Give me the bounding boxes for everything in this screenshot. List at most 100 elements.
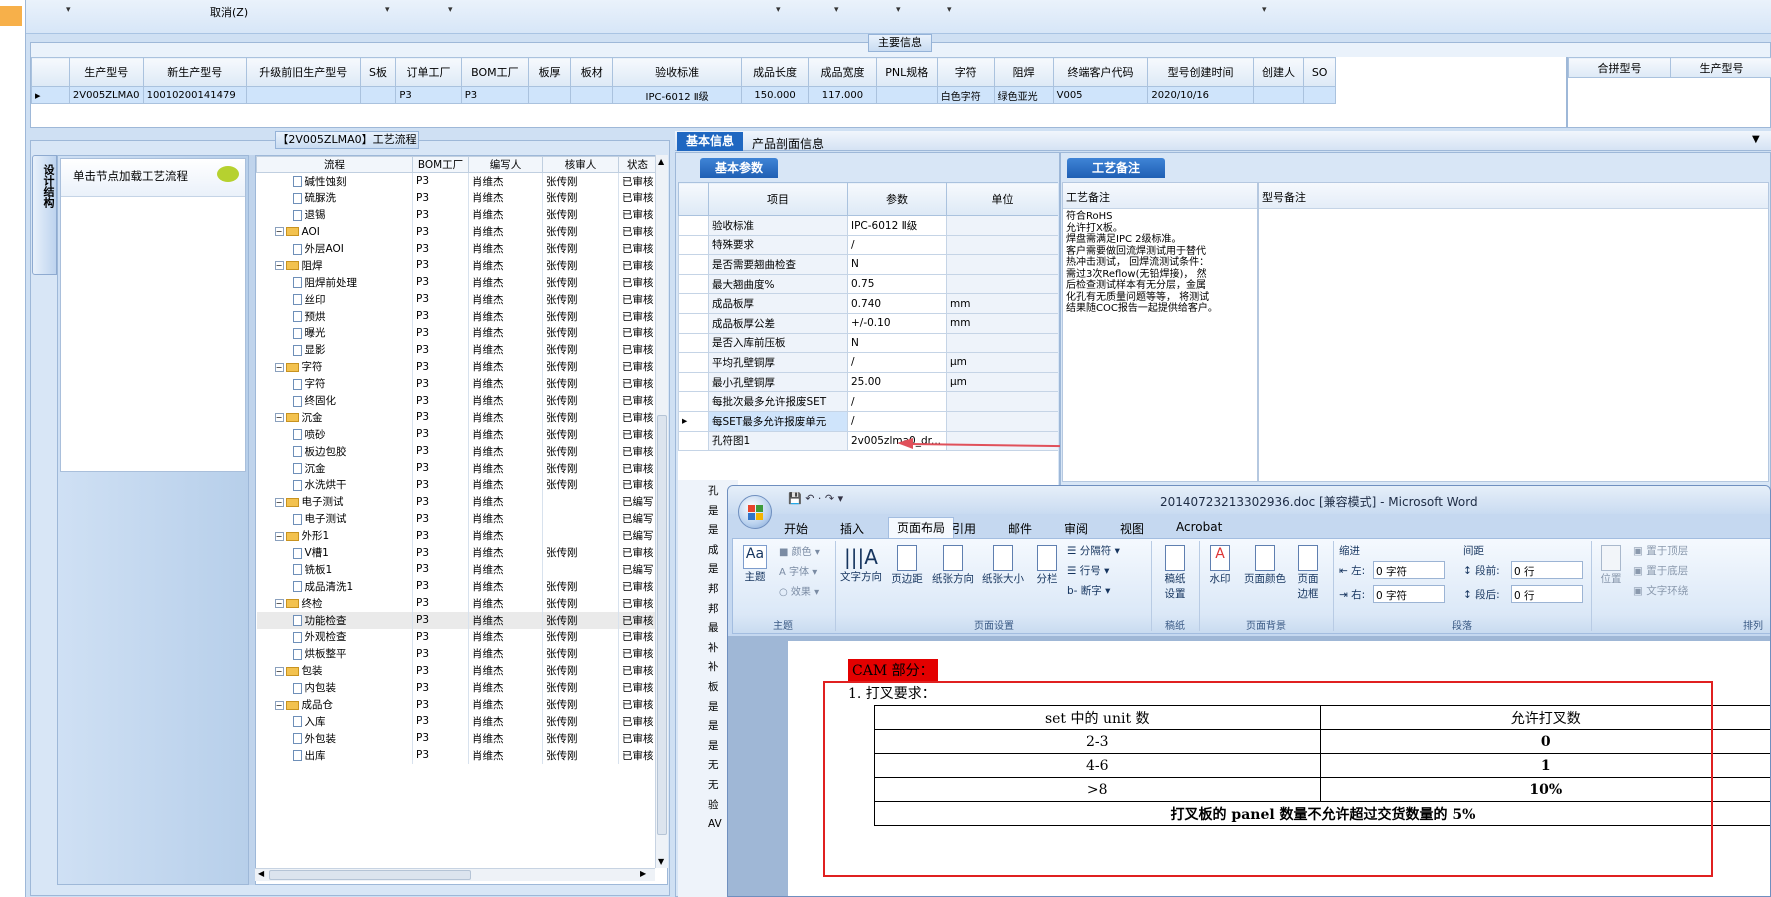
wrap-button[interactable]: ▣ 文字环绕 xyxy=(1633,583,1688,598)
tree-row[interactable]: − 电子测试 P3 肖维杰 已编写 xyxy=(256,493,657,511)
tree-node[interactable]: − 沉金 xyxy=(256,408,413,426)
tree-node[interactable]: 终固化 xyxy=(256,392,413,409)
tree-node[interactable]: − 字符 xyxy=(256,358,413,376)
tree-node[interactable]: 丝印 xyxy=(256,290,413,308)
tree-node[interactable]: − 阻焊 xyxy=(256,256,413,274)
columns-button[interactable]: 分栏 xyxy=(1031,545,1063,586)
column-header[interactable]: 型号创建时间 xyxy=(1147,57,1254,87)
param-value[interactable]: 0.75 xyxy=(847,273,947,295)
table-row[interactable]: 最小孔壁铜厚 25.00 μm xyxy=(678,371,1058,393)
column-header[interactable]: 参数 xyxy=(847,182,947,216)
line-numbers-button[interactable]: ☰ 行号 ▾ xyxy=(1067,563,1109,578)
table-cell[interactable] xyxy=(570,86,614,104)
column-header[interactable]: BOM工厂 xyxy=(460,57,530,87)
table-cell[interactable]: P3 xyxy=(460,86,530,104)
scroll-right-icon[interactable]: ▶ xyxy=(640,869,646,878)
tree-row[interactable]: 外包装 P3 肖维杰 张传刚 已审核 xyxy=(256,729,657,747)
dropdown-arrow-icon[interactable]: ▾ xyxy=(385,5,390,15)
table-cell[interactable]: P3 xyxy=(395,86,462,104)
tree-node[interactable]: 烘板整平 xyxy=(256,645,413,663)
tree-node[interactable]: 出库 xyxy=(256,746,413,764)
orientation-button[interactable]: 纸张方向 xyxy=(929,545,977,586)
row-indicator[interactable] xyxy=(678,332,709,354)
row-indicator[interactable] xyxy=(678,215,709,236)
table-row[interactable]: 特殊要求 / xyxy=(678,234,1058,256)
tree-node[interactable]: 入库 xyxy=(256,713,413,730)
word-tab-5[interactable]: 审阅 xyxy=(1056,519,1096,538)
table-cell[interactable]: 2020/10/16 xyxy=(1147,86,1254,104)
table-cell[interactable]: 绿色亚光 xyxy=(993,86,1054,104)
tree-row[interactable]: − AOI P3 肖维杰 张传刚 已审核 xyxy=(256,223,657,241)
tree-node[interactable]: V槽1 xyxy=(256,544,413,561)
table-cell[interactable]: 2V005ZLMA0 xyxy=(68,86,144,104)
table-row[interactable]: 每批次最多允许报废SET / xyxy=(678,391,1058,412)
tab-dropdown-icon[interactable]: ▼ xyxy=(1752,134,1760,145)
column-header[interactable]: 单位 xyxy=(946,182,1058,216)
tree-node[interactable]: 硫脲洗 xyxy=(256,189,413,207)
spacing-after-input[interactable]: 0 行 xyxy=(1511,585,1583,603)
tree-node[interactable]: 铣板1 xyxy=(256,560,413,578)
table-row[interactable]: 是否入库前压板 N xyxy=(678,332,1058,354)
collapse-icon[interactable]: − xyxy=(274,227,284,237)
tree-row[interactable]: 电子测试 P3 肖维杰 已编写 xyxy=(256,510,657,528)
send-back-button[interactable]: ▣ 置于底层 xyxy=(1633,563,1688,578)
tree-hscroll[interactable]: ◀ ▶ xyxy=(255,868,655,881)
table-cell[interactable] xyxy=(359,86,397,104)
row-indicator[interactable] xyxy=(678,293,709,314)
word-tab-4[interactable]: 邮件 xyxy=(1000,519,1040,538)
tree-row[interactable]: 碱性蚀刻 P3 肖维杰 张传刚 已审核 xyxy=(256,172,657,190)
theme-button[interactable]: Aa 主题 xyxy=(739,545,771,591)
param-value[interactable]: N xyxy=(847,332,947,354)
tree-node[interactable]: 内包装 xyxy=(256,679,413,697)
hyphen-button[interactable]: b- 断字 ▾ xyxy=(1067,583,1110,598)
param-value[interactable]: / xyxy=(847,234,947,256)
dropdown-arrow-icon[interactable]: ▾ xyxy=(834,5,839,15)
row-indicator[interactable] xyxy=(678,234,709,256)
tree-node[interactable]: 功能检查 xyxy=(256,611,413,629)
column-header[interactable]: 升级前旧生产型号 xyxy=(245,57,361,87)
column-header[interactable]: 项目 xyxy=(708,182,848,216)
margins-button[interactable]: 页边距 xyxy=(885,545,929,586)
column-header[interactable]: PNL规格 xyxy=(875,57,938,87)
param-value[interactable]: / xyxy=(847,352,947,373)
tree-node[interactable]: − AOI xyxy=(256,223,413,241)
param-value[interactable]: N xyxy=(847,254,947,275)
column-header[interactable]: BOM工厂 xyxy=(412,156,469,173)
collapse-icon[interactable]: − xyxy=(274,666,284,676)
column-header[interactable]: S板 xyxy=(359,57,397,87)
tree-node[interactable]: 外观检查 xyxy=(256,628,413,646)
draft-setup-button[interactable]: 稿纸设置 xyxy=(1155,545,1195,601)
bring-front-button[interactable]: ▣ 置于顶层 xyxy=(1633,543,1688,558)
quick-access-toolbar[interactable]: 💾 ↶ · ↷ ▾ xyxy=(788,492,843,505)
tree-node[interactable]: 电子测试 xyxy=(256,510,413,528)
table-cell[interactable] xyxy=(528,86,572,104)
row-indicator[interactable]: ▸ xyxy=(678,410,709,432)
table-row[interactable]: 成品板厚公差 +/-0.10 mm xyxy=(678,312,1058,334)
scroll-left-icon[interactable]: ◀ xyxy=(258,869,264,878)
param-value[interactable]: +/-0.10 xyxy=(847,312,947,334)
column-header[interactable]: 订单工厂 xyxy=(395,57,462,87)
tree-row[interactable]: 成品清洗1 P3 肖维杰 张传刚 已审核 xyxy=(256,577,657,595)
row-indicator[interactable] xyxy=(678,352,709,373)
column-header[interactable]: 合拼型号 xyxy=(1568,57,1671,78)
tree-row[interactable]: 曝光 P3 肖维杰 张传刚 已审核 xyxy=(256,324,657,342)
table-row[interactable]: ▸ 每SET最多允许报废单元 / xyxy=(678,410,1058,432)
tree-node[interactable]: 板边包胶 xyxy=(256,442,413,460)
table-cell[interactable]: 117.000 xyxy=(808,86,877,104)
word-tab-1[interactable]: 插入 xyxy=(832,519,872,538)
dropdown-arrow-icon[interactable]: ▾ xyxy=(1262,5,1267,15)
column-header[interactable]: 字符 xyxy=(936,57,995,87)
dropdown-arrow-icon[interactable]: ▾ xyxy=(66,5,71,15)
load-process-node[interactable]: 单击节点加载工艺流程 xyxy=(61,159,245,197)
row-indicator[interactable] xyxy=(678,430,709,452)
tree-node[interactable]: 退锡 xyxy=(256,206,413,224)
tree-node[interactable]: 喷砂 xyxy=(256,425,413,443)
column-header[interactable]: 编写人 xyxy=(468,156,543,173)
tree-row[interactable]: 硫脲洗 P3 肖维杰 张传刚 已审核 xyxy=(256,189,657,207)
row-indicator[interactable]: ▸ xyxy=(31,86,70,104)
table-cell[interactable]: IPC-6012 Ⅱ级 xyxy=(612,86,742,104)
tree-node[interactable]: 阻焊前处理 xyxy=(256,273,413,291)
hscroll-thumb[interactable] xyxy=(269,870,471,880)
tree-row[interactable]: 板边包胶 P3 肖维杰 张传刚 已审核 xyxy=(256,442,657,460)
row-indicator[interactable] xyxy=(678,371,709,393)
